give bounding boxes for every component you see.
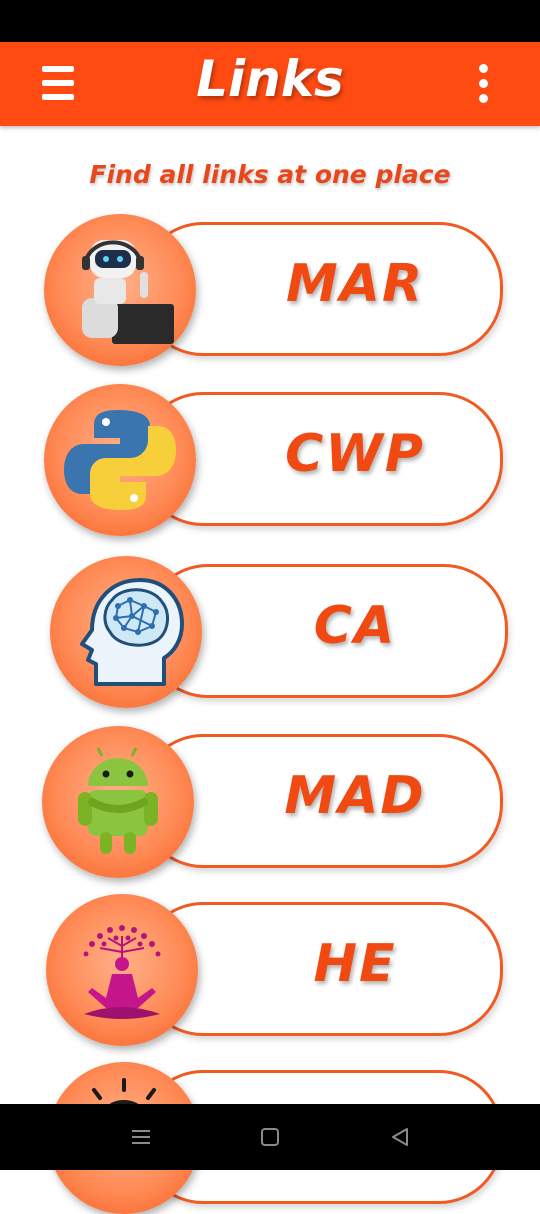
app-title: Links: [196, 50, 344, 108]
recent-apps-icon[interactable]: [126, 1122, 156, 1152]
back-icon[interactable]: [385, 1122, 415, 1152]
link-card-icon-circle: [44, 384, 196, 536]
link-card-label: CA: [313, 596, 397, 656]
link-card-he[interactable]: HE: [44, 894, 506, 1046]
link-card-mar[interactable]: MAR: [44, 214, 506, 366]
link-card-cwp[interactable]: CWP: [44, 384, 506, 536]
robot-icon: [82, 240, 174, 344]
app-bar: Links: [0, 42, 540, 126]
system-nav-bar: [0, 1104, 540, 1170]
overflow-menu-icon[interactable]: [470, 64, 498, 108]
home-icon[interactable]: [255, 1122, 285, 1152]
link-card-icon-circle: [44, 214, 196, 366]
link-card-icon-circle: [46, 894, 198, 1046]
meditation-icon: [83, 925, 161, 1019]
status-bar: [0, 0, 540, 42]
link-card-label: MAR: [285, 254, 425, 314]
link-card-icon-circle: [42, 726, 194, 878]
link-card-label: MAD: [284, 766, 426, 826]
link-card-ca[interactable]: CA: [44, 556, 508, 708]
brain-head-icon: [80, 578, 184, 686]
link-card-icon-circle: [50, 556, 202, 708]
link-card-mad[interactable]: MAD: [42, 726, 506, 878]
python-logo-icon: [64, 410, 176, 510]
link-card-label: HE: [313, 934, 397, 994]
link-card-label: CWP: [285, 424, 425, 484]
android-icon: [78, 747, 158, 854]
tagline: Find all links at one place: [89, 160, 451, 189]
